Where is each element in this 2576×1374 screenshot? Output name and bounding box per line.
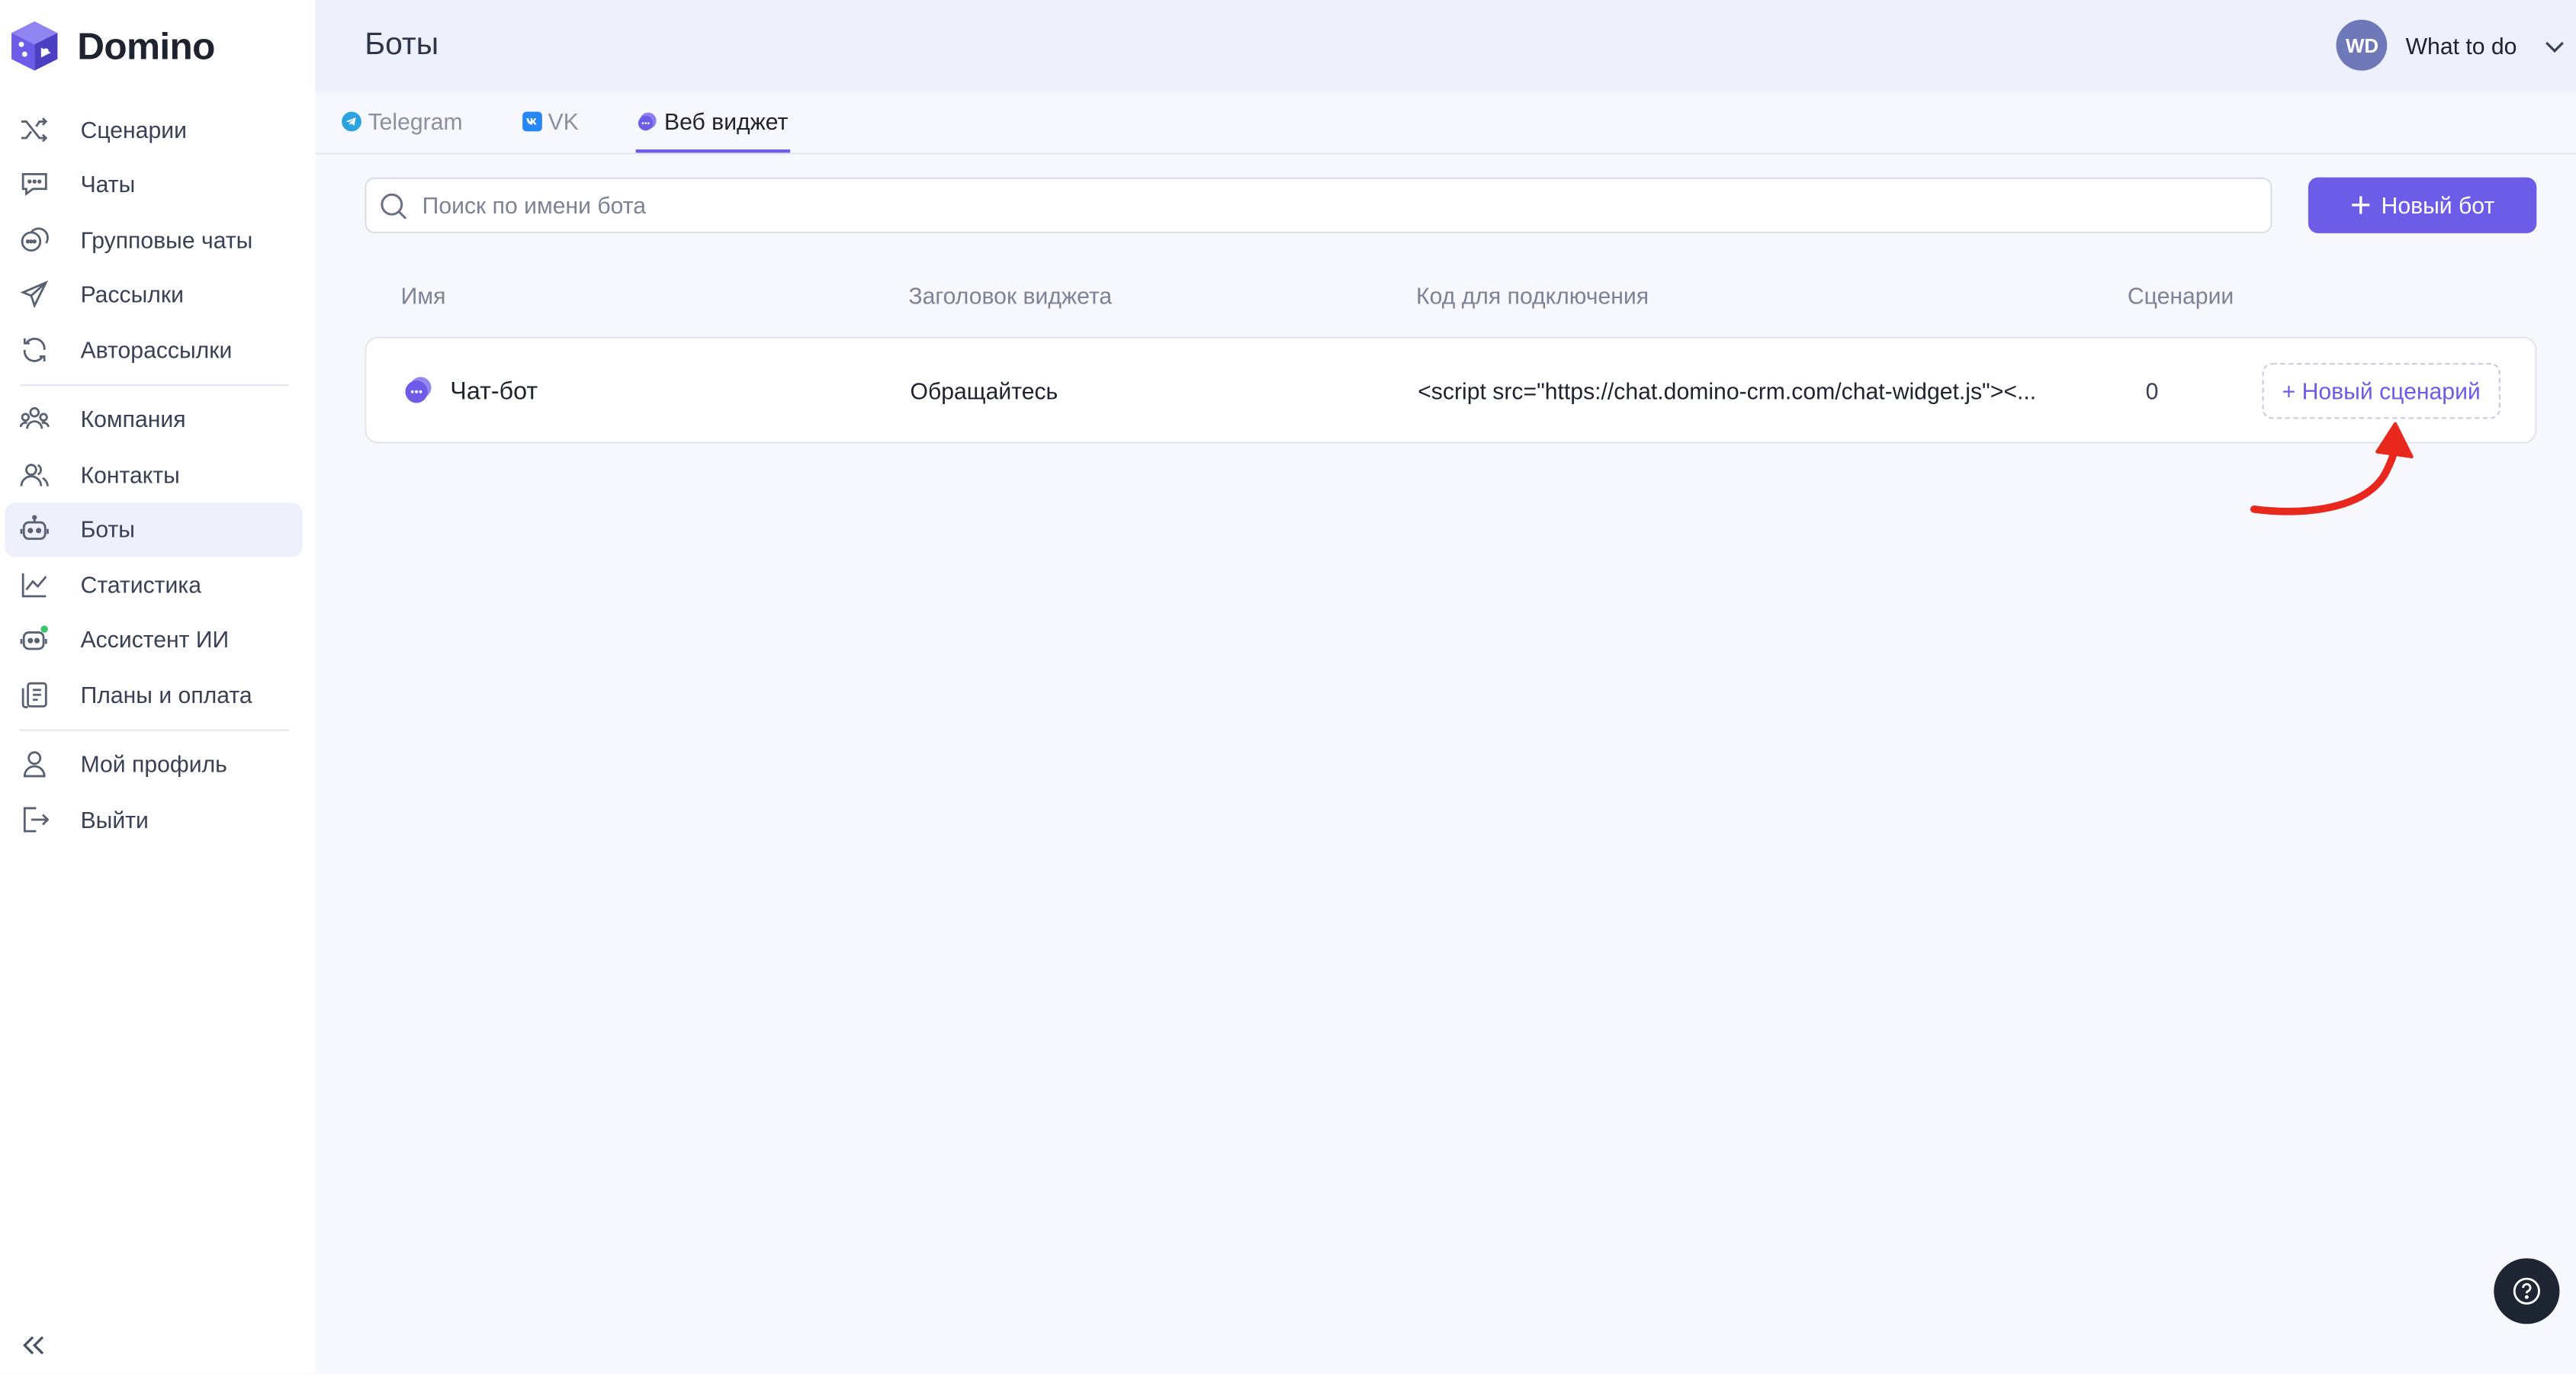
sidebar-item-scenarios[interactable]: Сценарии: [5, 102, 302, 157]
search-icon: [380, 191, 408, 220]
tab-vk[interactable]: VK: [520, 94, 580, 153]
collapse-sidebar-icon[interactable]: [18, 1331, 48, 1360]
connection-code[interactable]: <script src="https://chat.domino-crm.com…: [1418, 377, 2036, 403]
billing-icon: [20, 679, 50, 709]
sidebar: Domino Сценарии Чаты Групповые чаты Расс…: [0, 0, 316, 1374]
sidebar-item-label: Планы и оплата: [80, 681, 252, 708]
profile-icon: [20, 750, 50, 779]
company-icon: [19, 405, 50, 435]
main-content: Боты WD What to do Telegram VK Веб видже…: [315, 0, 2576, 1373]
group-chat-icon: [20, 225, 50, 255]
ai-assistant-icon: [20, 624, 50, 654]
sidebar-item-ai-assistant[interactable]: Ассистент ИИ: [5, 612, 302, 666]
sidebar-item-label: Мой профиль: [80, 751, 227, 778]
sidebar-item-group-chats[interactable]: Групповые чаты: [5, 212, 302, 267]
sidebar-item-label: Рассылки: [80, 281, 184, 308]
chat-icon: [20, 169, 50, 199]
sidebar-item-label: Ассистент ИИ: [80, 626, 230, 653]
sidebar-item-logout[interactable]: Выйти: [5, 791, 302, 846]
web-widget-icon: [638, 111, 657, 131]
sidebar-item-statistics[interactable]: Статистика: [5, 557, 302, 612]
toolbar: + Новый бот: [365, 177, 2537, 233]
avatar: WD: [2337, 19, 2388, 71]
sidebar-item-label: Выйти: [80, 806, 149, 833]
new-bot-label: Новый бот: [2381, 192, 2495, 219]
user-menu[interactable]: WD What to do: [2337, 19, 2566, 71]
bot-name[interactable]: Чат-бот: [450, 377, 538, 406]
channel-tabs: Telegram VK Веб виджет: [315, 92, 2576, 155]
tab-telegram[interactable]: Telegram: [340, 94, 464, 153]
column-widget-title: Заголовок виджета: [908, 282, 1113, 310]
tab-web-widget[interactable]: Веб виджет: [636, 94, 790, 153]
sidebar-item-label: Статистика: [80, 571, 201, 598]
table-row[interactable]: Чат-бот Обращайтесь <script src="https:/…: [365, 336, 2537, 444]
scenario-count: 0: [2145, 377, 2159, 404]
shuffle-icon: [20, 114, 50, 144]
topbar: Боты WD What to do: [315, 0, 2576, 92]
red-arrow-annotation: [2250, 422, 2414, 515]
divider: [19, 728, 290, 730]
sidebar-item-company[interactable]: Компания: [5, 392, 302, 447]
sidebar-item-label: Авторассылки: [80, 336, 233, 363]
logo[interactable]: Domino: [0, 0, 316, 92]
divider: [19, 384, 290, 386]
domino-logo-icon: [11, 21, 58, 71]
column-name: Имя: [400, 282, 446, 310]
auto-send-icon: [20, 335, 50, 364]
search-input[interactable]: [422, 192, 2125, 219]
user-name: What to do: [2405, 32, 2517, 59]
sidebar-item-mailings[interactable]: Рассылки: [5, 267, 302, 322]
chart-icon: [20, 570, 50, 599]
sidebar-item-auto-mailings[interactable]: Авторассылки: [5, 322, 302, 377]
app-name: Domino: [77, 24, 215, 67]
sidebar-item-bots[interactable]: Боты: [5, 502, 303, 557]
column-connection-code: Код для подключения: [1416, 282, 1649, 310]
vk-icon: [522, 111, 542, 132]
tab-label: Telegram: [368, 108, 463, 135]
sidebar-item-label: Контакты: [80, 461, 180, 488]
send-icon: [20, 280, 50, 310]
sidebar-item-chats[interactable]: Чаты: [5, 157, 302, 212]
sidebar-item-label: Сценарии: [80, 116, 187, 143]
new-bot-button[interactable]: + Новый бот: [2308, 177, 2537, 233]
sidebar-item-label: Компания: [80, 406, 186, 433]
tab-label: VK: [548, 108, 579, 135]
sidebar-nav: Сценарии Чаты Групповые чаты Рассылки Ав…: [0, 92, 316, 847]
web-widget-bot-icon: [405, 377, 432, 403]
bot-icon: [20, 515, 50, 544]
sidebar-item-billing[interactable]: Планы и оплата: [5, 667, 302, 722]
contacts-icon: [20, 460, 50, 490]
page-title: Боты: [365, 27, 439, 63]
table-header: Имя Заголовок виджета Код для подключени…: [365, 283, 2536, 316]
help-button[interactable]: [2494, 1258, 2560, 1324]
logout-icon: [20, 804, 50, 834]
sidebar-item-profile[interactable]: Мой профиль: [5, 737, 302, 791]
sidebar-item-label: Чаты: [80, 171, 136, 198]
search-box: [365, 177, 2272, 233]
sidebar-item-label: Боты: [80, 516, 135, 543]
question-icon: [2513, 1277, 2540, 1305]
chevron-down-icon: [2543, 34, 2566, 56]
telegram-icon: [342, 111, 361, 132]
column-scenarios: Сценарии: [2127, 282, 2234, 310]
plus-icon: +: [2350, 184, 2372, 226]
sidebar-item-contacts[interactable]: Контакты: [5, 447, 302, 502]
widget-title: Обращайтесь: [910, 377, 1058, 404]
tab-label: Веб виджет: [663, 108, 789, 135]
sidebar-item-label: Групповые чаты: [80, 226, 253, 253]
